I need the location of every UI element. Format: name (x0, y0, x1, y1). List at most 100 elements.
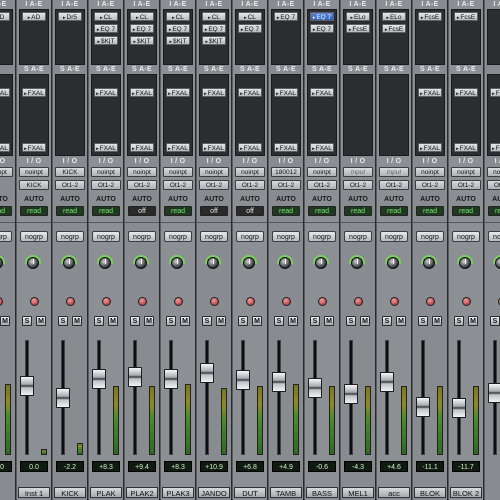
pan-knob[interactable] (495, 257, 500, 269)
send-slot[interactable]: ▸FXAL (130, 143, 154, 152)
track-name[interactable]: BLOK (414, 487, 446, 498)
fader-handle[interactable] (164, 369, 178, 389)
send-slot[interactable]: ▸FXAL (94, 143, 118, 152)
input-selector[interactable]: noinpt (91, 167, 121, 177)
pan-knob[interactable] (27, 257, 39, 269)
pan-knob[interactable] (171, 257, 183, 269)
group-selector[interactable]: nogrp (380, 231, 408, 242)
pan-knob[interactable] (351, 257, 363, 269)
mute-button[interactable]: M (144, 316, 154, 326)
automation-mode-selector[interactable]: read (452, 206, 480, 216)
solo-button[interactable]: S (94, 316, 104, 326)
pan-knob[interactable] (243, 257, 255, 269)
insert-slot[interactable]: ▸AD (0, 12, 10, 21)
send-slot[interactable]: ▸FXAL (454, 88, 478, 97)
group-selector[interactable]: nogrp (56, 231, 84, 242)
solo-button[interactable]: S (490, 316, 500, 326)
send-slot[interactable]: ▸FXAL (454, 143, 478, 152)
solo-button[interactable]: S (202, 316, 212, 326)
group-selector[interactable]: nogrp (344, 231, 372, 242)
solo-button[interactable]: S (454, 316, 464, 326)
track-name[interactable]: PLAK3 (162, 487, 194, 498)
insert-slot[interactable]: ▸$K|T (94, 36, 118, 45)
insert-slot[interactable]: ▸EQ 7 (310, 12, 334, 21)
fader-handle[interactable] (488, 383, 500, 403)
record-enable-button[interactable] (138, 297, 147, 306)
mute-button[interactable]: M (468, 316, 478, 326)
fader-handle[interactable] (128, 367, 142, 387)
input-selector[interactable]: Input (379, 167, 409, 177)
mute-button[interactable]: M (288, 316, 298, 326)
mute-button[interactable]: M (396, 316, 406, 326)
insert-slot[interactable]: ▸FcsE (382, 24, 406, 33)
pan-knob[interactable] (207, 257, 219, 269)
send-slot[interactable]: ▸FXAL (166, 143, 190, 152)
input-selector[interactable]: noinpt (415, 167, 445, 177)
insert-slot[interactable]: ▸$K|T (166, 36, 190, 45)
mute-button[interactable]: M (0, 316, 10, 326)
automation-mode-selector[interactable]: off (236, 206, 264, 216)
solo-button[interactable]: S (418, 316, 428, 326)
mute-button[interactable]: M (108, 316, 118, 326)
group-selector[interactable]: nogrp (0, 231, 12, 242)
track-name[interactable]: TAMB (270, 487, 302, 498)
output-selector[interactable]: Ot1-2 (55, 180, 85, 190)
insert-slot[interactable]: ▸EQ 7 (166, 24, 190, 33)
input-selector[interactable]: noinpt (199, 167, 229, 177)
send-slot[interactable]: ▸FXAL (238, 88, 262, 97)
output-selector[interactable]: KICK (19, 180, 49, 190)
automation-mode-selector[interactable]: off (200, 206, 228, 216)
fader-handle[interactable] (452, 398, 466, 418)
group-selector[interactable]: nogrp (452, 231, 480, 242)
output-selector[interactable]: Ot1-2 (199, 180, 229, 190)
send-slot[interactable]: ▸FXAL (0, 88, 10, 97)
group-selector[interactable]: nogrp (236, 231, 264, 242)
record-enable-button[interactable] (462, 297, 471, 306)
record-enable-button[interactable] (102, 297, 111, 306)
record-enable-button[interactable] (282, 297, 291, 306)
mute-button[interactable]: M (432, 316, 442, 326)
insert-slot[interactable]: ▸EQ 7 (310, 24, 334, 33)
track-name[interactable]: Inst 1 (18, 487, 50, 498)
automation-mode-selector[interactable]: read (308, 206, 336, 216)
track-name[interactable]: PLAK (90, 487, 122, 498)
fader-handle[interactable] (308, 378, 322, 398)
send-slot[interactable]: ▸FXAL (418, 88, 442, 97)
group-selector[interactable]: nogrp (128, 231, 156, 242)
group-selector[interactable]: nogrp (272, 231, 300, 242)
output-selector[interactable]: Ot1-2 (163, 180, 193, 190)
insert-slot[interactable]: ▸CL (238, 12, 262, 21)
record-enable-button[interactable] (318, 297, 327, 306)
automation-mode-selector[interactable]: read (20, 206, 48, 216)
insert-slot[interactable]: ▸EQ 7 (238, 24, 262, 33)
input-selector[interactable]: noinpt (451, 167, 481, 177)
record-enable-button[interactable] (246, 297, 255, 306)
group-selector[interactable]: nogrp (164, 231, 192, 242)
record-enable-button[interactable] (426, 297, 435, 306)
mute-button[interactable]: M (216, 316, 226, 326)
insert-slot[interactable]: ▸EQ 7 (274, 12, 298, 21)
track-name[interactable]: PLAK2 (126, 487, 158, 498)
send-slot[interactable]: ▸FXAL (0, 143, 10, 152)
send-slot[interactable]: ▸FXAL (94, 88, 118, 97)
pan-knob[interactable] (459, 257, 471, 269)
input-selector[interactable]: 180012 (271, 167, 301, 177)
send-slot[interactable]: ▸FXAL (238, 143, 262, 152)
automation-mode-selector[interactable]: read (344, 206, 372, 216)
solo-button[interactable]: S (22, 316, 32, 326)
group-selector[interactable]: nogrp (308, 231, 336, 242)
mute-button[interactable]: M (360, 316, 370, 326)
automation-mode-selector[interactable]: read (56, 206, 84, 216)
input-selector[interactable]: noinpt (487, 167, 500, 177)
send-slot[interactable]: ▸FXAL (202, 88, 226, 97)
send-slot[interactable]: ▸FXAL (418, 143, 442, 152)
output-selector[interactable]: Ot1-2 (343, 180, 373, 190)
track-name[interactable]: BASS (306, 487, 338, 498)
mute-button[interactable]: M (36, 316, 46, 326)
insert-slot[interactable]: ▸EQ 7 (202, 24, 226, 33)
fader-handle[interactable] (20, 376, 34, 396)
pan-knob[interactable] (279, 257, 291, 269)
output-selector[interactable]: Ot1-2 (91, 180, 121, 190)
solo-button[interactable]: S (58, 316, 68, 326)
insert-slot[interactable]: ▸FcsE (418, 12, 442, 21)
